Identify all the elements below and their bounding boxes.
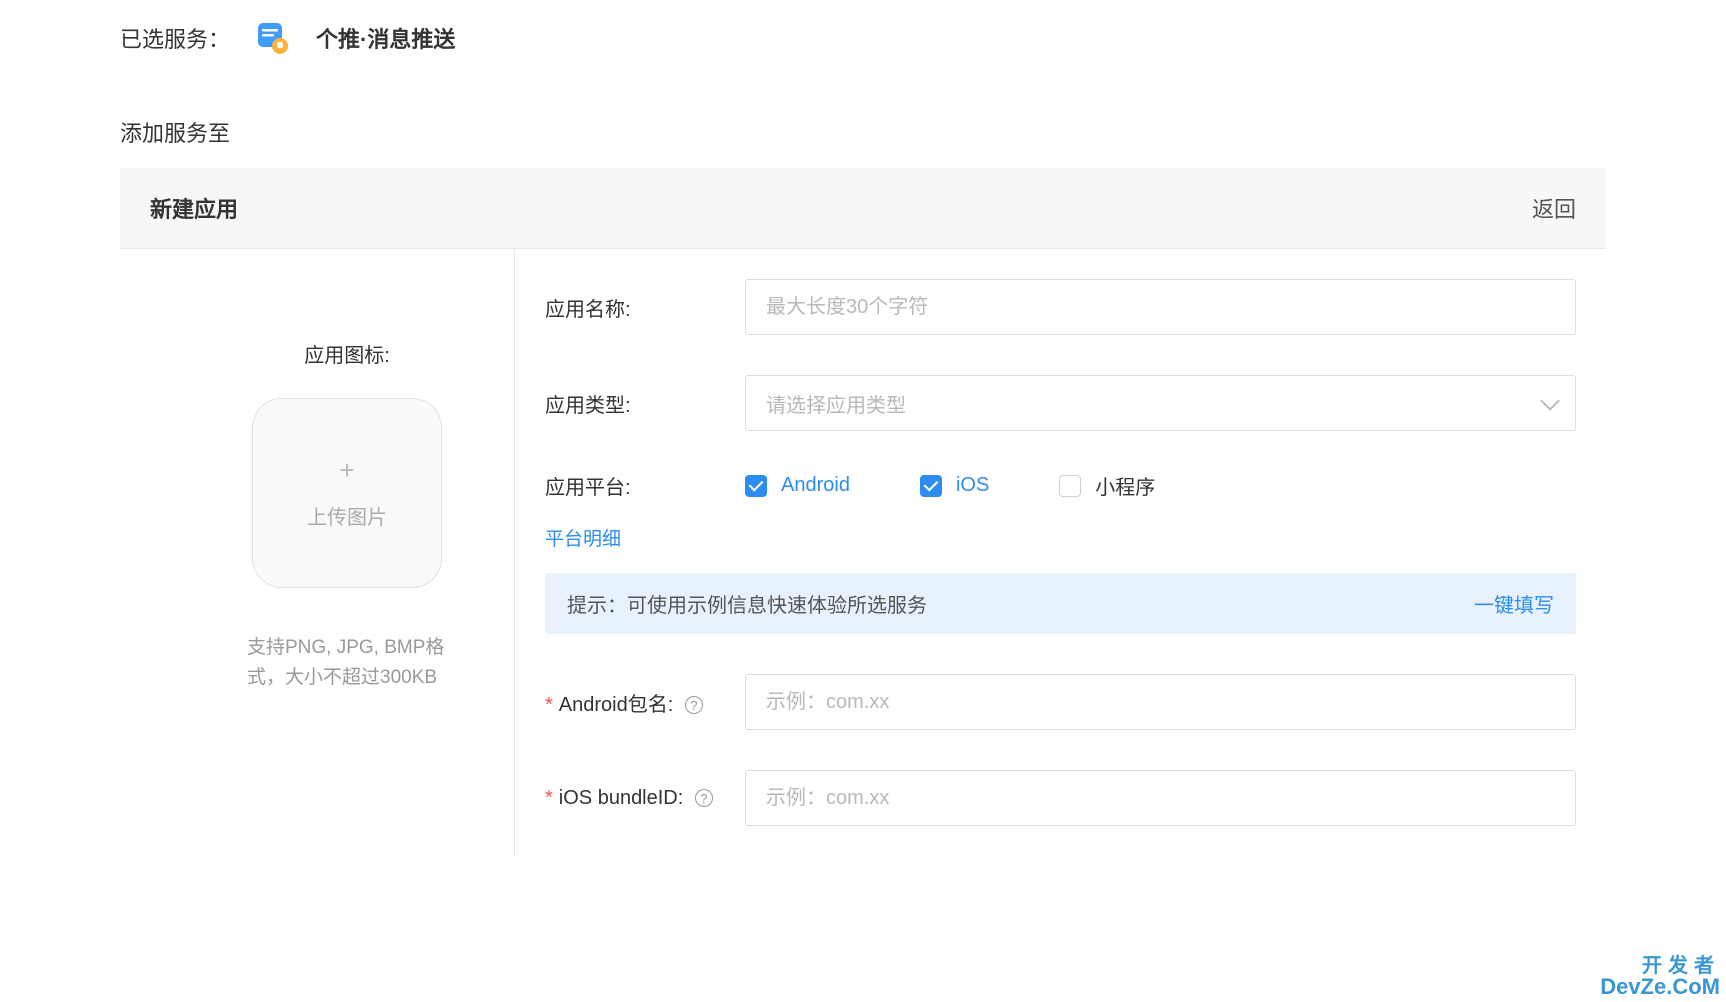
app-name-row: 应用名称: — [545, 279, 1576, 335]
app-type-row: 应用类型: 请选择应用类型 — [545, 375, 1576, 431]
platform-miniprogram-checkbox[interactable]: 小程序 — [1059, 471, 1155, 500]
create-app-panel: 新建应用 返回 应用图标: + 上传图片 支持PNG, JPG, BMP格式，大… — [120, 168, 1606, 856]
help-icon[interactable]: ? — [685, 696, 703, 714]
app-type-placeholder: 请选择应用类型 — [766, 389, 906, 418]
platform-android-checkbox[interactable]: Android — [745, 474, 850, 497]
platform-ios-label: iOS — [956, 474, 989, 497]
watermark-line2: DevZe.CoM — [1600, 976, 1720, 998]
platform-row: 应用平台: Android iOS 小程序 — [545, 471, 1576, 551]
add-service-to-label: 添加服务至 — [120, 116, 1606, 148]
form-section: 应用名称: 应用类型: 请选择应用类型 应用 — [515, 249, 1606, 856]
app-icon-label: 应用图标: — [304, 339, 390, 368]
upload-text: 上传图片 — [307, 501, 387, 530]
hint-text: 提示：可使用示例信息快速体验所选服务 — [567, 589, 927, 618]
upload-hint: 支持PNG, JPG, BMP格式，大小不超过300KB — [247, 633, 447, 694]
checkbox-icon — [920, 475, 942, 497]
help-icon[interactable]: ? — [695, 789, 713, 807]
plus-icon: + — [339, 457, 354, 483]
checkbox-icon — [745, 475, 767, 497]
panel-body: 应用图标: + 上传图片 支持PNG, JPG, BMP格式，大小不超过300K… — [120, 249, 1606, 856]
app-name-label: 应用名称: — [545, 293, 745, 322]
icon-upload-section: 应用图标: + 上传图片 支持PNG, JPG, BMP格式，大小不超过300K… — [120, 249, 515, 856]
watermark: 开发者 DevZe.CoM — [1600, 956, 1720, 998]
back-button[interactable]: 返回 — [1532, 192, 1576, 224]
panel-title: 新建应用 — [150, 192, 238, 224]
chevron-down-icon — [1540, 391, 1560, 411]
service-name: 个推·消息推送 — [316, 22, 455, 54]
selected-service-label: 已选服务： — [120, 22, 230, 54]
app-type-label: 应用类型: — [545, 389, 745, 418]
panel-header: 新建应用 返回 — [120, 168, 1606, 249]
platform-label: 应用平台: — [545, 471, 745, 500]
platform-checkbox-group: Android iOS 小程序 — [745, 471, 1155, 500]
ios-bundle-row: *iOS bundleID: ? — [545, 770, 1576, 826]
platform-ios-checkbox[interactable]: iOS — [920, 474, 989, 497]
platform-detail-link[interactable]: 平台明细 — [545, 524, 745, 551]
platform-android-label: Android — [781, 474, 850, 497]
platform-miniprogram-label: 小程序 — [1095, 471, 1155, 500]
selected-service-row: 已选服务： 个推·消息推送 — [120, 20, 1606, 56]
android-pkg-row: *Android包名: ? — [545, 674, 1576, 730]
app-type-select[interactable]: 请选择应用类型 — [745, 375, 1576, 431]
hint-bar: 提示：可使用示例信息快速体验所选服务 一键填写 — [545, 573, 1576, 634]
app-name-input[interactable] — [745, 279, 1576, 335]
checkbox-icon — [1059, 475, 1081, 497]
getui-icon — [255, 20, 291, 56]
quick-fill-button[interactable]: 一键填写 — [1474, 589, 1554, 618]
android-pkg-label: *Android包名: ? — [545, 688, 745, 717]
ios-bundle-label: *iOS bundleID: ? — [545, 787, 745, 810]
android-pkg-input[interactable] — [745, 674, 1576, 730]
watermark-line1: 开发者 — [1600, 956, 1720, 976]
upload-icon-button[interactable]: + 上传图片 — [252, 398, 442, 588]
ios-bundle-input[interactable] — [745, 770, 1576, 826]
